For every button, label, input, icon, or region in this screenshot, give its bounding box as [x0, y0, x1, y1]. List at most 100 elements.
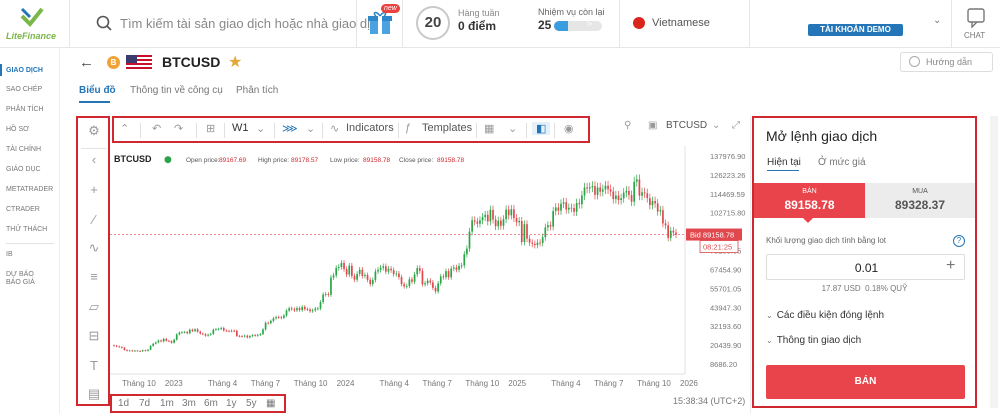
candle-body: [439, 276, 442, 284]
candle-body: [168, 340, 170, 342]
buy-price-button[interactable]: MUA 89328.37: [865, 183, 975, 218]
chevron-down-icon[interactable]: ⌄: [256, 122, 265, 135]
sell-button[interactable]: BÁN: [766, 365, 965, 399]
chevron-down-icon[interactable]: ⌄: [306, 122, 315, 135]
guide-button[interactable]: Hướng dẫn: [900, 52, 993, 72]
chat-button[interactable]: CHAT: [952, 0, 1000, 48]
back-arrow-icon[interactable]: ←: [79, 54, 94, 71]
sidebar-item-challenge[interactable]: THỬ THÁCH: [6, 225, 47, 234]
candle-body: [434, 287, 437, 292]
forecast-icon[interactable]: ⊟: [86, 328, 102, 344]
add-symbol-icon[interactable]: ⊞: [206, 122, 215, 135]
tab-market-order[interactable]: Hiện tại: [767, 157, 801, 168]
settings-gear-icon[interactable]: ⚙: [86, 123, 102, 139]
candle-body: [620, 198, 622, 201]
logo[interactable]: LiteFinance: [0, 0, 70, 48]
range-5y[interactable]: 5y: [246, 398, 257, 409]
selected-pointer: [803, 218, 813, 223]
sell-price-button[interactable]: BÁN 89158.78: [754, 183, 865, 223]
volume-icon[interactable]: ◧: [532, 122, 551, 135]
range-3m[interactable]: 3m: [182, 398, 196, 409]
tab-chart[interactable]: Biểu đồ: [79, 85, 116, 96]
symbol-selector[interactable]: BTCUSD: [666, 120, 707, 131]
y-tick-label: 67454.90: [710, 265, 741, 274]
candle-body: [601, 189, 604, 192]
candle-body: [123, 347, 126, 350]
sidebar-item-metatrader[interactable]: METATRADER: [6, 185, 53, 194]
camera-icon[interactable]: ◉: [564, 122, 574, 135]
search-icon[interactable]: ⚲: [624, 120, 631, 131]
tab-pending-order[interactable]: Ở mức giá: [818, 157, 866, 168]
favorite-star-icon[interactable]: ★: [228, 52, 242, 72]
candle-body: [379, 267, 382, 270]
candle-body: [476, 221, 479, 224]
toolbar-divider: [224, 123, 225, 138]
range-1m[interactable]: 1m: [160, 398, 174, 409]
range-7d[interactable]: 7d: [139, 398, 150, 409]
candle-body: [424, 283, 426, 285]
plus-icon[interactable]: +: [946, 257, 955, 275]
candle-body: [578, 203, 581, 205]
account-selector[interactable]: TÀI KHOẢN DEMO ⌄: [750, 0, 952, 48]
price-chart[interactable]: BTCUSD ● Open price: 89167.69 High price: 891…: [110, 146, 750, 394]
interval-selector[interactable]: W1: [232, 122, 249, 134]
gift-button[interactable]: new: [357, 0, 403, 48]
volume-input[interactable]: 0.01 +: [766, 254, 965, 280]
templates-button[interactable]: Templates: [422, 122, 472, 134]
weekly-label: Hàng tuần: [458, 8, 500, 18]
indicators-button[interactable]: Indicators: [346, 122, 394, 134]
collapse-up-icon[interactable]: ⌃: [120, 122, 129, 135]
sidebar-item-quotes[interactable]: BÁO GIÁ: [6, 278, 35, 287]
range-1y[interactable]: 1y: [226, 398, 237, 409]
missions-widget[interactable]: Nhiệm vụ còn lại 25 >: [530, 0, 620, 48]
weekly-rank[interactable]: 20 Hàng tuần 0 điểm: [403, 0, 518, 48]
chevron-down-icon[interactable]: ⌄: [712, 120, 720, 131]
sidebar-item-ib[interactable]: IB: [6, 250, 13, 259]
x-tick-label: Tháng 10: [122, 379, 156, 388]
candle-body: [659, 210, 662, 212]
text-tool-icon[interactable]: T: [86, 358, 102, 374]
tab-analysis[interactable]: Phân tích: [236, 85, 278, 96]
brush-icon[interactable]: ∿: [86, 240, 102, 256]
collapse-left-icon[interactable]: ‹: [86, 152, 102, 168]
calendar-icon[interactable]: ▦: [484, 122, 494, 135]
sell-label: BÁN: [802, 188, 817, 195]
x-tick-label: 2025: [508, 379, 526, 388]
tab-underline: [767, 170, 799, 171]
sidebar-item-ctrader[interactable]: CTRADER: [6, 205, 40, 214]
trend-line-icon[interactable]: ∕: [86, 212, 102, 228]
sidebar-item-copy[interactable]: SAO CHÉP: [6, 85, 42, 94]
sidebar-item-profile[interactable]: HỒ SƠ: [6, 125, 29, 134]
candles-icon[interactable]: ⋙: [282, 122, 298, 135]
candle-body: [285, 310, 288, 316]
range-6m[interactable]: 6m: [204, 398, 218, 409]
scrollbar[interactable]: [990, 116, 998, 408]
pattern-icon[interactable]: ▱: [86, 299, 102, 315]
crosshair-icon[interactable]: +: [86, 182, 102, 198]
redo-icon[interactable]: ↷: [174, 122, 183, 135]
search-bar[interactable]: Tìm kiếm tài sản giao dịch hoặc nhà giao…: [70, 0, 384, 48]
x-tick-label: 2024: [337, 379, 355, 388]
measure-icon[interactable]: ▤: [86, 386, 102, 402]
candle-body: [609, 189, 612, 192]
chevron-down-icon: ⌄: [933, 15, 942, 26]
trade-info-toggle[interactable]: ⌄ Thông tin giao dịch: [766, 335, 861, 346]
language-selector[interactable]: Vietnamese: [620, 0, 750, 48]
fibonacci-icon[interactable]: ≡: [86, 269, 102, 285]
help-icon[interactable]: ?: [953, 235, 965, 247]
undo-icon[interactable]: ↶: [152, 122, 161, 135]
fullscreen-icon[interactable]: ⤢: [732, 120, 740, 131]
tab-instrument-info[interactable]: Thông tin về công cụ: [130, 85, 223, 96]
order-conditions-toggle[interactable]: ⌄ Các điều kiện đóng lệnh: [766, 310, 884, 321]
sidebar-item-finance[interactable]: TÀI CHÍNH: [6, 145, 41, 154]
candle-body: [136, 350, 139, 352]
sidebar-item-trading[interactable]: GIAO DỊCH: [6, 66, 43, 75]
sidebar-item-analysis[interactable]: PHÂN TÍCH: [6, 105, 44, 114]
date-range-icon[interactable]: ▦: [266, 398, 275, 409]
range-1d[interactable]: 1d: [118, 398, 129, 409]
sidebar-item-education[interactable]: GIÁO DỤC: [6, 165, 41, 174]
search-input[interactable]: Tìm kiếm tài sản giao dịch hoặc nhà giao…: [120, 16, 384, 31]
save-icon[interactable]: ▣: [648, 120, 657, 131]
chevron-down-icon[interactable]: ⌄: [508, 122, 517, 135]
candle-body: [332, 275, 335, 278]
